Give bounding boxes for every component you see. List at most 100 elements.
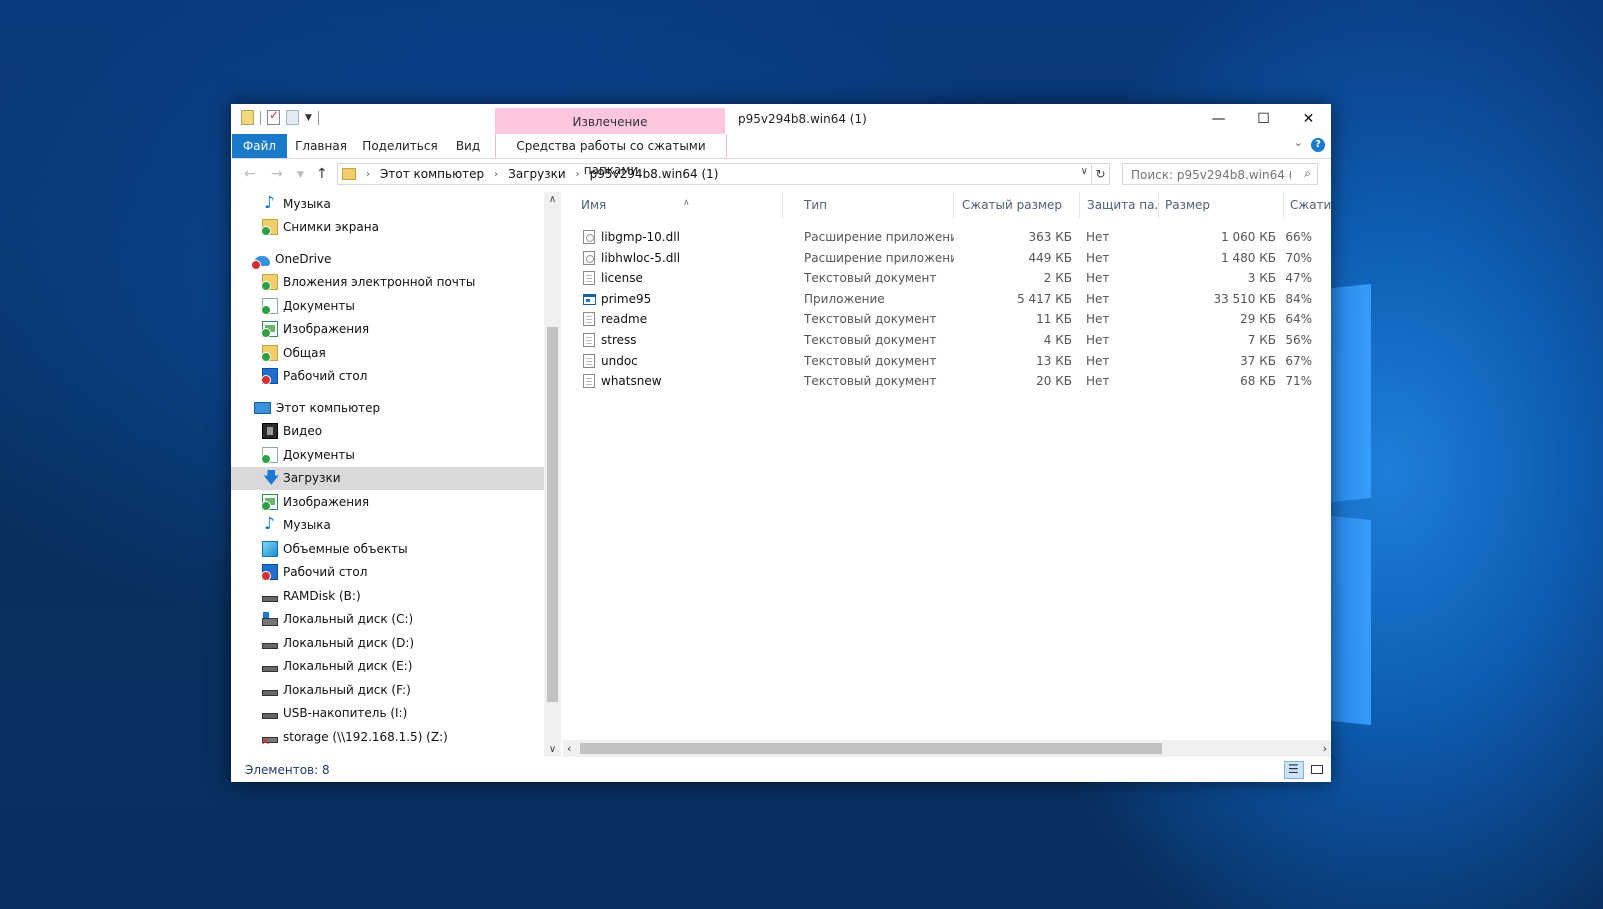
scroll-right-arrow-icon[interactable]: › <box>1323 740 1327 757</box>
nav-item[interactable]: Локальный диск (F:) <box>231 678 544 701</box>
navigation-scrollbar[interactable]: ∧ ∨ <box>544 192 561 757</box>
nav-item[interactable]: Видео <box>231 420 544 443</box>
file-row[interactable]: undoc Текстовый документ 13 КБ Нет 37 КБ 67% <box>563 351 1331 372</box>
horizontal-scrollbar[interactable]: ‹ › <box>563 740 1331 757</box>
tab-view[interactable]: Вид <box>448 134 488 158</box>
tab-compressed-folder-tools[interactable]: Средства работы со сжатыми папками <box>495 134 727 177</box>
refresh-button[interactable]: ↻ <box>1092 163 1110 185</box>
breadcrumb-downloads[interactable]: Загрузки <box>508 167 566 181</box>
nav-item[interactable]: Документы <box>231 443 544 466</box>
column-header-size[interactable]: Размер <box>1160 192 1284 218</box>
nav-item[interactable]: Локальный диск (D:) <box>231 631 544 654</box>
file-packed-size: 449 КБ <box>1028 250 1072 265</box>
nav-item-label: storage (\\192.168.1.5) (Z:) <box>283 729 448 744</box>
nav-item[interactable]: Общая <box>231 341 544 364</box>
nav-item[interactable]: Вложения электронной почты <box>231 271 544 294</box>
nav-item[interactable]: Музыка <box>231 192 544 215</box>
window-title: p95v294b8.win64 (1) <box>738 112 867 126</box>
breadcrumb-current-folder[interactable]: p95v294b8.win64 (1) <box>590 167 719 181</box>
nav-item[interactable]: USB-накопитель (I:) <box>231 702 544 725</box>
details-view-icon[interactable] <box>1284 761 1304 779</box>
back-arrow-icon[interactable]: ← <box>244 166 256 182</box>
refresh-icon: ↻ <box>1095 167 1106 181</box>
nav-item[interactable]: storage (\\192.168.1.5) (Z:) <box>231 725 544 748</box>
nav-item[interactable]: Этот компьютер <box>231 396 544 419</box>
nav-item[interactable]: Музыка <box>231 514 544 537</box>
tab-home[interactable]: Главная <box>291 134 351 158</box>
nav-item[interactable]: Снимки экрана <box>231 216 544 239</box>
navigation-scrollbar-thumb[interactable] <box>547 327 558 702</box>
nav-item[interactable]: Локальный диск (C:) <box>231 608 544 631</box>
documents-synced-icon <box>261 297 278 315</box>
scroll-down-arrow-icon[interactable]: ∨ <box>544 744 561 755</box>
shared-folder-icon <box>261 344 278 362</box>
desktop-error-icon <box>261 564 278 581</box>
file-row[interactable]: whatsnew Текстовый документ 20 КБ Нет 68 КБ 7… <box>563 371 1331 392</box>
column-header-packed-size[interactable]: Сжатый размер <box>955 192 1080 218</box>
search-box[interactable]: ⌕ <box>1122 163 1318 185</box>
nav-item[interactable]: Загрузки <box>231 466 544 494</box>
nav-item[interactable]: Рабочий стол <box>231 365 544 388</box>
nav-item-label: Документы <box>283 298 355 313</box>
contextual-tab-header: Извлечение <box>495 108 725 134</box>
new-folder-icon[interactable] <box>286 110 299 125</box>
tab-file[interactable]: Файл <box>232 134 287 158</box>
nav-item[interactable]: RAMDisk (B:) <box>231 584 544 607</box>
column-header-name[interactable]: Имя ∧ <box>563 192 783 218</box>
nav-item[interactable]: Изображения <box>231 318 544 341</box>
file-row[interactable]: prime95 Приложение 5 417 КБ Нет 33 510 КБ 84% <box>563 289 1331 310</box>
nav-item[interactable]: OneDrive <box>231 247 544 270</box>
horizontal-scrollbar-thumb[interactable] <box>580 743 1162 754</box>
customize-toolbar-chevron-icon[interactable]: ▼ <box>305 113 312 123</box>
documents-icon <box>261 446 278 464</box>
file-row[interactable]: stress Текстовый документ 4 КБ Нет 7 КБ 56% <box>563 330 1331 351</box>
nav-item-label: Документы <box>283 447 355 462</box>
tab-share[interactable]: Поделиться <box>358 134 442 158</box>
scroll-up-arrow-icon[interactable]: ∧ <box>544 194 561 205</box>
nav-item-label: Изображения <box>283 322 370 336</box>
file-name: readme <box>601 312 648 327</box>
toolbar-separator <box>317 110 319 125</box>
address-bar[interactable]: › Этот компьютер › Загрузки › p95v294b8.… <box>337 163 1092 185</box>
column-header-type[interactable]: Тип <box>799 192 954 218</box>
maximize-button[interactable]: ☐ <box>1241 104 1286 134</box>
file-size: 68 КБ <box>1240 374 1276 389</box>
file-row[interactable]: readme Текстовый документ 11 КБ Нет 29 КБ 64% <box>563 309 1331 330</box>
properties-icon[interactable] <box>267 108 280 125</box>
address-history-chevron-icon[interactable]: ∨ <box>1081 166 1088 177</box>
dll-file-icon <box>583 230 595 244</box>
usb-drive-icon <box>262 713 278 719</box>
scroll-left-arrow-icon[interactable]: ‹ <box>567 740 571 757</box>
nav-item[interactable]: Документы <box>231 294 544 317</box>
nav-item[interactable]: Локальный диск (E:) <box>231 655 544 678</box>
column-header-password-protected[interactable]: Защита па... <box>1081 192 1159 218</box>
expand-ribbon-chevron-icon[interactable]: ⌄ <box>1294 136 1303 149</box>
file-type: Текстовый документ <box>804 333 937 347</box>
file-list: Имя ∧ Тип Сжатый размер Защита па... Раз… <box>563 192 1331 757</box>
search-input[interactable] <box>1129 165 1293 185</box>
recent-locations-chevron-icon[interactable]: ▼ <box>297 170 304 180</box>
large-icons-view-icon[interactable] <box>1307 761 1327 779</box>
breadcrumb-chevron-icon[interactable]: › <box>494 169 498 180</box>
nav-item-label: RAMDisk (B:) <box>283 588 361 603</box>
file-row[interactable]: libhwloc-5.dll Расширение приложения 449 К… <box>563 248 1331 269</box>
breadcrumb-this-pc[interactable]: Этот компьютер <box>380 167 484 181</box>
breadcrumb-chevron-icon[interactable]: › <box>366 169 370 180</box>
column-header-ratio[interactable]: Сжатие <box>1285 192 1331 218</box>
nav-item[interactable]: Изображения <box>231 490 544 513</box>
file-row[interactable]: libgmp-10.dll Расширение приложения 363 КБ… <box>563 227 1331 248</box>
nav-item-label: Рабочий стол <box>283 565 368 579</box>
file-row[interactable]: license Текстовый документ 2 КБ Нет 3 КБ 47% <box>563 268 1331 289</box>
file-size: 3 КБ <box>1247 271 1276 286</box>
file-name: whatsnew <box>601 374 662 389</box>
up-arrow-icon[interactable]: ↑ <box>316 166 328 182</box>
breadcrumb-chevron-icon[interactable]: › <box>576 169 580 180</box>
nav-item[interactable]: Объемные объекты <box>231 537 544 560</box>
nav-item-label: Загрузки <box>283 471 341 485</box>
file-password-protected: Нет <box>1086 374 1110 389</box>
nav-item[interactable]: Рабочий стол <box>231 561 544 584</box>
forward-arrow-icon[interactable]: → <box>271 166 283 182</box>
minimize-button[interactable]: — <box>1196 104 1241 134</box>
help-icon[interactable]: ? <box>1311 138 1325 152</box>
close-button[interactable]: ✕ <box>1286 104 1331 134</box>
